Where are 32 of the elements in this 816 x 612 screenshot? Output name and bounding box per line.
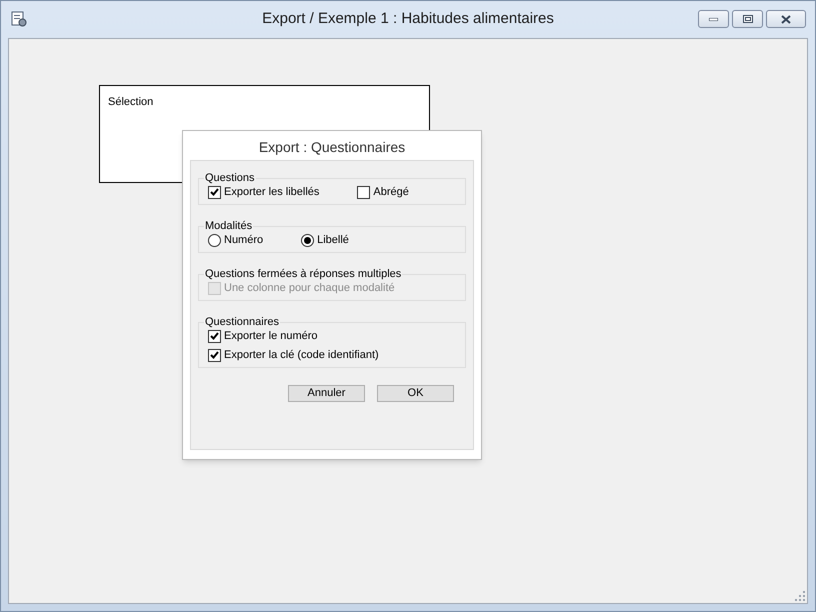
checkbox-label: Exporter les libellés	[224, 184, 320, 200]
app-icon[interactable]	[11, 11, 27, 27]
check-icon	[210, 332, 219, 340]
checkbox-label: Exporter le numéro	[224, 328, 318, 344]
group-label: Modalités	[204, 219, 254, 233]
dialog-button[interactable]: Annuler	[288, 385, 365, 402]
resize-grip-icon[interactable]	[795, 591, 805, 601]
checkbox-label: Une colonne pour chaque modalité	[224, 280, 395, 296]
panel-label: Sélection	[108, 95, 154, 110]
window-title: Export / Exemple 1 : Habitudes alimentaires	[262, 9, 554, 30]
checkbox[interactable]	[208, 348, 221, 362]
check-icon	[210, 188, 219, 196]
radio-label: Libellé	[317, 232, 349, 248]
checkbox[interactable]	[208, 186, 221, 198]
radio-button[interactable]	[208, 234, 221, 246]
radio-button[interactable]	[301, 234, 314, 246]
radio-label: Numéro	[224, 232, 264, 248]
checkbox-label: Abrégé	[373, 184, 409, 200]
minimize-icon	[709, 18, 718, 20]
group-label: Questions fermées à réponses multiples	[204, 267, 402, 281]
maximize-icon	[742, 15, 752, 23]
checkbox-label: Exporter la clé (code identifiant)	[224, 348, 379, 363]
maximize-button[interactable]	[732, 10, 763, 28]
close-icon	[781, 14, 791, 24]
dialog-button[interactable]: OK	[377, 385, 454, 402]
close-button[interactable]	[766, 10, 806, 28]
dialog-title: Export : Questionnaires	[258, 138, 406, 157]
checkbox[interactable]	[208, 330, 221, 342]
group-label: Questions	[204, 171, 256, 185]
checkbox[interactable]	[357, 186, 370, 198]
check-icon	[210, 351, 219, 359]
group-label: Questionnaires	[204, 315, 280, 329]
